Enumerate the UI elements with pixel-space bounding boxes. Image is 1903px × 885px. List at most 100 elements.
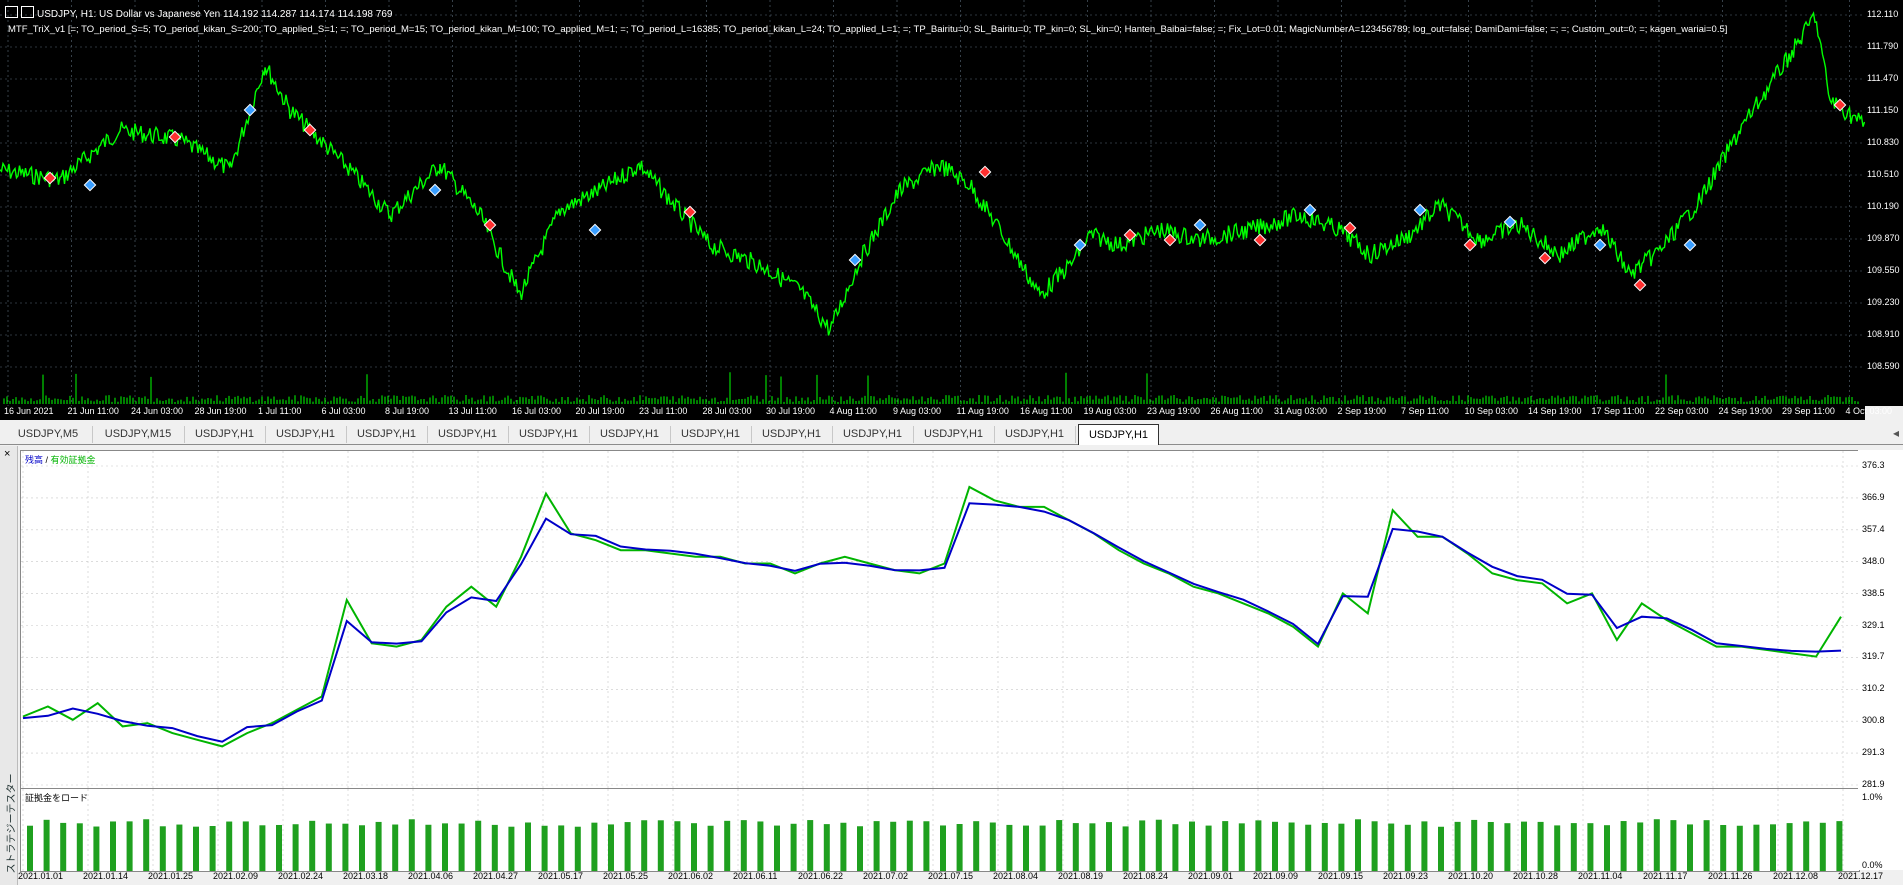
margin-bar xyxy=(1471,819,1478,871)
margin-bar xyxy=(1836,821,1843,871)
tab-chart-1[interactable]: USDJPY,M15 xyxy=(92,426,185,443)
equity-line xyxy=(22,485,1842,748)
time-tick-label: 17 Sep 11:00 xyxy=(1591,406,1645,416)
margin-bar xyxy=(641,820,648,871)
buy-marker[interactable] xyxy=(1193,218,1207,232)
margin-bar xyxy=(193,826,199,871)
time-tick-label: 29 Sep 11:00 xyxy=(1782,406,1835,416)
date-tick-label: 2021.07.02 xyxy=(863,871,909,881)
sell-marker[interactable] xyxy=(168,130,182,144)
margin-bar xyxy=(1670,820,1677,871)
margin-bar xyxy=(740,820,747,871)
date-tick-label: 2021.09.15 xyxy=(1318,871,1364,881)
margin-bar xyxy=(608,824,614,871)
tab-chart-7[interactable]: USDJPY,H1 xyxy=(589,426,671,443)
margin-bar xyxy=(60,822,67,871)
legend-equity: 有効証拠金 xyxy=(50,455,96,465)
tab-chart-8[interactable]: USDJPY,H1 xyxy=(670,426,752,443)
margin-bar xyxy=(375,821,382,871)
price-tick-label: 110.830 xyxy=(1867,137,1899,147)
buy-marker[interactable] xyxy=(1413,203,1427,217)
price-tick-label: 111.790 xyxy=(1867,41,1899,51)
margin-bar xyxy=(1238,823,1245,871)
margin-bar xyxy=(209,826,216,871)
margin-bar xyxy=(1537,821,1544,871)
margin-bar xyxy=(923,821,930,871)
time-tick-label: 20 Jul 19:00 xyxy=(575,406,625,416)
one-click-trading-icon[interactable] xyxy=(21,6,34,18)
time-tick-label: 28 Jul 03:00 xyxy=(702,406,752,416)
buy-marker[interactable] xyxy=(588,223,602,237)
tab-chart-12[interactable]: USDJPY,H1 xyxy=(994,426,1076,443)
margin-bar xyxy=(1786,823,1793,871)
buy-marker[interactable] xyxy=(848,253,862,267)
margin-bar xyxy=(807,820,814,871)
date-tick-label: 2021.07.15 xyxy=(928,871,974,881)
margin-bar xyxy=(1006,824,1013,871)
price-tick-label: 109.550 xyxy=(1867,265,1900,275)
time-axis[interactable]: 16 Jun 2021 21 Jun 11:00 24 Jun 03:00 28 Ju… xyxy=(0,406,1892,420)
margin-bar xyxy=(159,826,166,871)
tab-chart-6[interactable]: USDJPY,H1 xyxy=(508,426,590,443)
price-chart[interactable]: USDJPY, H1: US Dollar vs Japanese Yen 11… xyxy=(0,0,1865,407)
sell-marker[interactable] xyxy=(1253,233,1267,247)
legend-balance: 残高 xyxy=(25,455,44,465)
buy-marker[interactable] xyxy=(428,183,442,197)
margin-bar xyxy=(525,822,531,871)
buy-marker[interactable] xyxy=(1303,203,1317,217)
sell-marker[interactable] xyxy=(978,165,992,179)
tab-scroll-left-icon[interactable]: ◂ xyxy=(1893,426,1899,440)
date-tick-label: 2021.11.17 xyxy=(1643,871,1688,881)
time-tick-label: 16 Jul 03:00 xyxy=(512,406,562,416)
margin-chart[interactable]: 証拠金をロード xyxy=(20,788,1860,872)
sell-marker[interactable] xyxy=(683,205,697,219)
close-icon[interactable]: × xyxy=(4,448,10,460)
margin-bar xyxy=(1089,823,1096,871)
tab-chart-13[interactable]: USDJPY,H1 xyxy=(1078,424,1159,445)
price-tick-label: 111.470 xyxy=(1867,73,1899,83)
margin-bar xyxy=(491,824,498,871)
chart-header: USDJPY, H1: US Dollar vs Japanese Yen 11… xyxy=(5,6,392,20)
time-tick-label: 23 Jul 11:00 xyxy=(639,406,688,416)
margin-bar xyxy=(292,824,299,871)
tab-chart-5[interactable]: USDJPY,H1 xyxy=(427,426,509,443)
margin-bar xyxy=(1487,821,1494,871)
tab-chart-2[interactable]: USDJPY,H1 xyxy=(184,426,266,443)
legend-separator: / xyxy=(43,455,51,465)
price-tick-label: 110.510 xyxy=(1867,169,1899,179)
date-tick-label: 2021.01.14 xyxy=(83,871,129,881)
price-scale[interactable]: 112.110 111.790 111.470 111.150 110.830 110.5… xyxy=(1865,0,1903,406)
buy-marker[interactable] xyxy=(1683,238,1697,252)
balance-tick-label: 376.3 xyxy=(1862,460,1885,470)
margin-bar xyxy=(1056,820,1063,871)
margin-bar xyxy=(840,822,847,871)
margin-bar xyxy=(325,823,332,871)
margin-bar xyxy=(558,825,565,871)
margin-tick-label: 0.0% xyxy=(1862,860,1883,870)
time-tick-label: 4 Oct 03:00 xyxy=(1845,406,1893,416)
tab-chart-9[interactable]: USDJPY,H1 xyxy=(751,426,833,443)
date-axis: 2021.01.01 2021.01.14 2021.01.25 2021.02.09… xyxy=(18,870,1883,885)
buy-marker[interactable] xyxy=(83,178,97,192)
margin-bar xyxy=(1039,825,1046,871)
margin-bar xyxy=(1521,821,1527,871)
balance-chart[interactable]: 残高 / 有効証拠金 xyxy=(20,450,1860,789)
sell-marker[interactable] xyxy=(1538,251,1552,265)
tab-chart-10[interactable]: USDJPY,H1 xyxy=(832,426,914,443)
tab-chart-4[interactable]: USDJPY,H1 xyxy=(346,426,428,443)
margin-bar xyxy=(989,822,996,871)
time-tick-label: 2 Sep 19:00 xyxy=(1337,406,1387,416)
sell-marker[interactable] xyxy=(1633,278,1647,292)
margin-bar xyxy=(956,824,963,871)
tab-chart-0[interactable]: USDJPY,M5 xyxy=(4,426,93,443)
margin-bar xyxy=(1637,822,1644,871)
tester-sidebar: × ストラテジーテスター xyxy=(0,446,18,885)
buy-marker[interactable] xyxy=(1593,238,1607,252)
time-tick-label: 21 Jun 11:00 xyxy=(67,406,119,416)
tab-chart-3[interactable]: USDJPY,H1 xyxy=(265,426,347,443)
time-tick-label: 22 Sep 03:00 xyxy=(1655,406,1709,416)
margin-bar xyxy=(973,821,980,871)
margin-bar xyxy=(1504,823,1511,871)
date-tick-label: 2021.11.26 xyxy=(1708,871,1753,881)
tab-chart-11[interactable]: USDJPY,H1 xyxy=(913,426,995,443)
